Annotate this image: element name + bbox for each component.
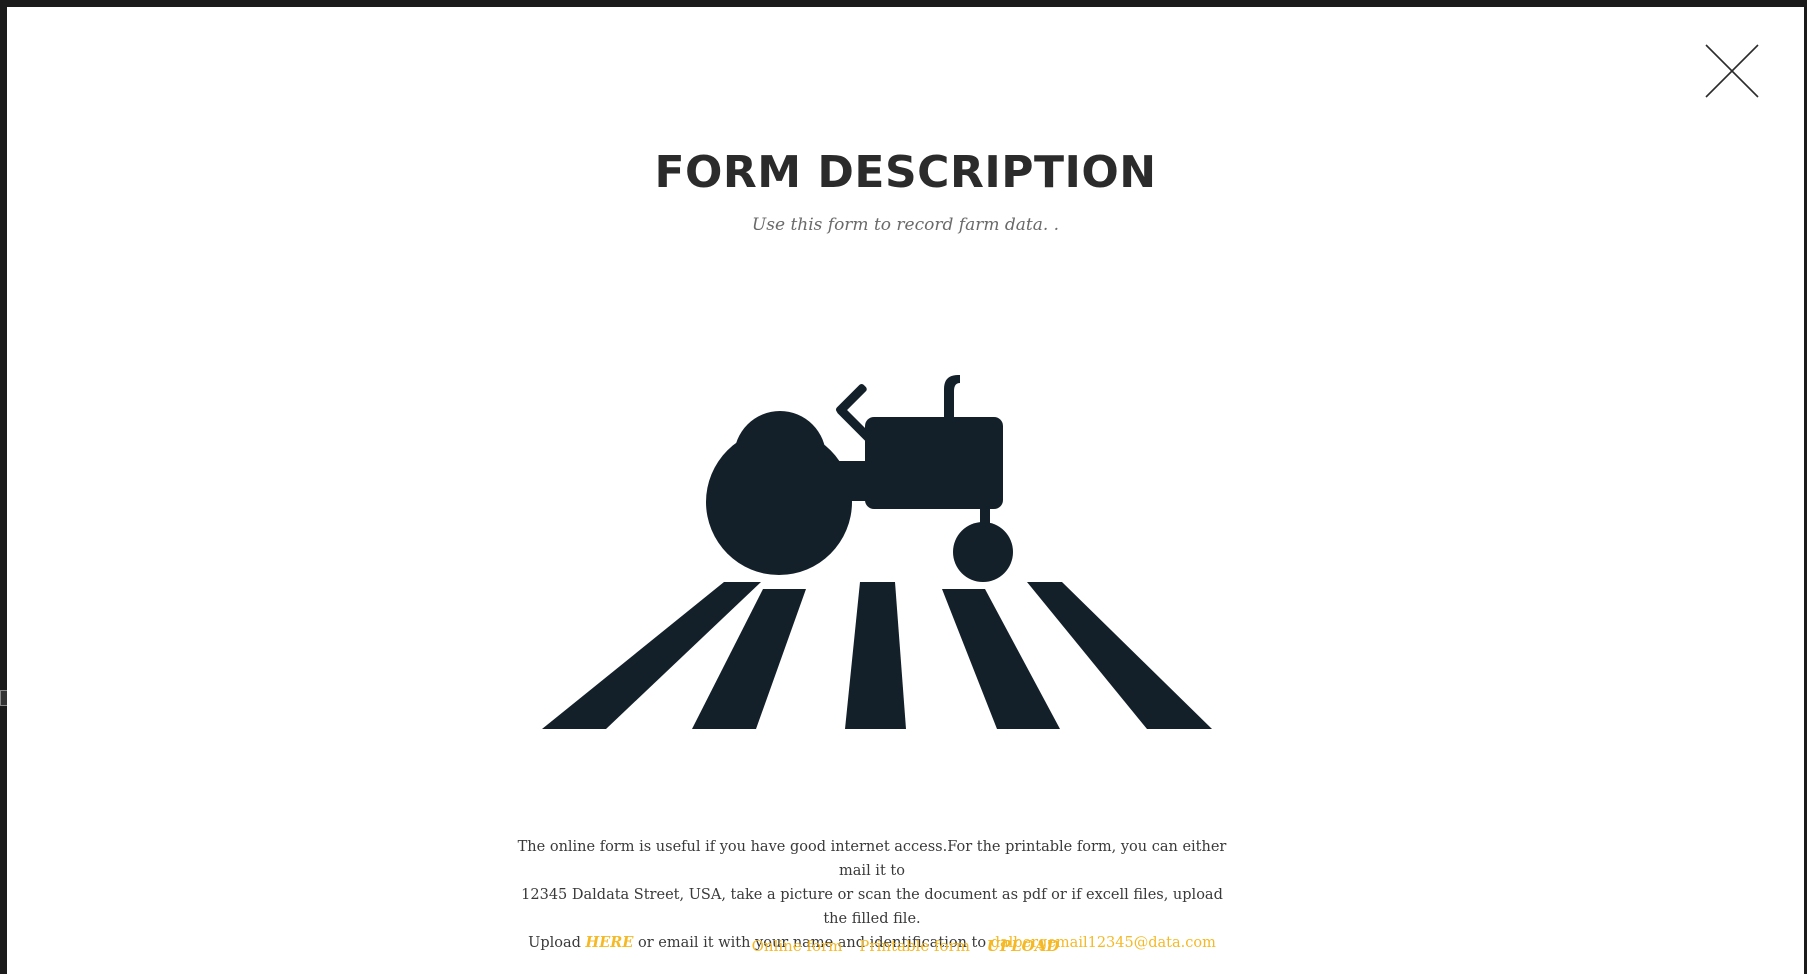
close-icon (1705, 44, 1759, 98)
description-line-2: 12345 Daldata Street, USA, take a pictur… (521, 887, 1223, 927)
upload-link[interactable]: UPLOAD (987, 937, 1060, 955)
description-line-1: The online form is useful if you have go… (517, 839, 1227, 879)
form-links: Online form Printable form UPLOAD (7, 937, 1804, 955)
form-description-modal: FORM DESCRIPTION Use this form to record… (7, 7, 1804, 974)
close-button[interactable] (1702, 41, 1762, 101)
online-form-link[interactable]: Online form (752, 937, 843, 955)
printable-form-link[interactable]: Printable form (859, 937, 970, 955)
modal-subtitle: Use this form to record farm data. . (751, 215, 1060, 235)
modal-title: FORM DESCRIPTION (654, 147, 1157, 198)
tractor-field-icon (542, 375, 1212, 729)
